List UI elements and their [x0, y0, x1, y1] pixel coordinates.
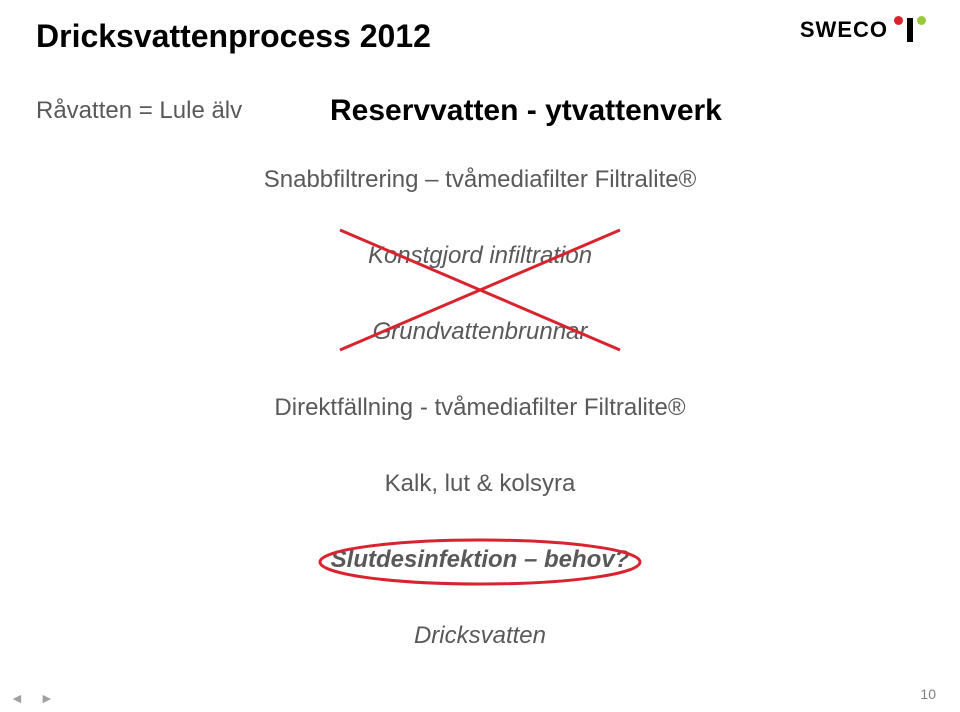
slide-nav: ◄ ►: [10, 690, 54, 706]
heading-reservvatten: Reservvatten - ytvattenverk: [330, 94, 722, 128]
logo-text: SWECO: [800, 17, 888, 43]
step-snabbfiltrering: Snabbfiltrering – tvåmediafilter Filtral…: [0, 166, 960, 194]
step-slutdesinfektion: Slutdesinfektion – behov?: [0, 546, 960, 574]
logo: SWECO: [800, 16, 924, 44]
prev-slide-button[interactable]: ◄: [10, 690, 24, 706]
subtitle-ravatten: Råvatten = Lule älv: [36, 97, 242, 125]
step-konstgjord: Konstgjord infiltration: [0, 242, 960, 270]
step-kalk: Kalk, lut & kolsyra: [0, 470, 960, 498]
slide: Dricksvattenprocess 2012 SWECO Råvatten …: [0, 0, 960, 712]
step-dricksvatten: Dricksvatten: [0, 622, 960, 650]
page-title: Dricksvattenprocess 2012: [36, 18, 431, 55]
page-number: 10: [920, 686, 936, 702]
step-direktfallning: Direktfällning - tvåmediafilter Filtrali…: [0, 394, 960, 422]
sweco-logo-icon: [896, 16, 924, 44]
next-slide-button[interactable]: ►: [40, 690, 54, 706]
step-grundvatten: Grundvattenbrunnar: [0, 318, 960, 346]
